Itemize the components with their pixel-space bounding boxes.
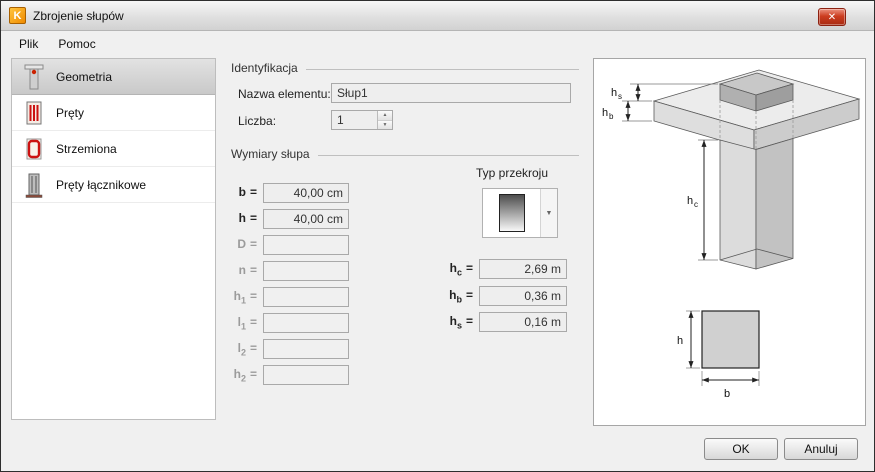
reinforcement-dialog: K Zbrojenie słupów ✕ Plik Pomoc Geometri… [0,0,875,472]
dim-h2-field [263,365,349,385]
dim-hb-field[interactable] [479,286,567,306]
dim-l1-field [263,313,349,333]
spin-down-icon[interactable]: ▼ [378,120,392,129]
sidebar-item-label: Geometria [56,69,113,84]
dim-h-field[interactable] [263,209,349,229]
group-divider [317,154,579,156]
dim-D-label: D = [237,237,257,251]
dim-l1-label: l1 = [237,315,257,332]
hc-dim-sub: c [694,200,698,209]
sidebar-item-strzemiona[interactable]: Strzemiona [12,131,215,167]
hb-dim-label: h [602,107,608,119]
menu-bar: Plik Pomoc [1,31,874,57]
menu-plik[interactable]: Plik [9,33,48,55]
count-stepper: ▲ ▼ [331,110,393,130]
dim-h2-label: h2 = [233,367,257,384]
window-title: Zbrojenie słupów [33,8,124,23]
dim-l2-field [263,339,349,359]
stirrup-icon [22,135,46,163]
count-label: Liczba: [238,114,277,128]
column-preview-panel: h s h b h c h b [593,58,866,426]
dim-D-field [263,235,349,255]
title-bar: K Zbrojenie słupów ✕ [1,1,874,31]
dim-hc-label: hc = [449,261,473,278]
rebar-icon [22,99,46,127]
cancel-button[interactable]: Anuluj [784,438,858,460]
close-icon: ✕ [827,11,837,23]
dim-b-label: b = [238,185,257,199]
app-icon: K [9,7,26,24]
geometry-icon [22,63,46,91]
dim-h1-field [263,287,349,307]
dim-h-label: h = [238,211,257,225]
sidebar-item-geometria[interactable]: Geometria [12,59,215,95]
ok-button[interactable]: OK [704,438,778,460]
element-name-field[interactable] [331,83,571,103]
sidebar-item-label: Pręty [56,105,85,120]
dim-hb-label: hb = [449,288,473,305]
dim-hs-label: hs = [449,314,473,331]
group-identification: Identyfikacja [231,61,579,75]
b-dim-label: b [724,388,730,400]
section-preview [483,189,540,237]
chevron-down-icon[interactable]: ▼ [540,189,557,237]
section-type-label: Typ przekroju [475,166,549,180]
dim-n-field [263,261,349,281]
column-drawing: h s h b h c h b [602,69,861,400]
dim-hc-field[interactable] [479,259,567,279]
dim-b-field[interactable] [263,183,349,203]
close-button[interactable]: ✕ [818,8,846,26]
menu-pomoc[interactable]: Pomoc [48,33,105,55]
dim-h1-label: h1 = [233,289,257,306]
section-type-dropdown[interactable]: ▼ [482,188,558,238]
sidebar-item-label: Pręty łącznikowe [56,177,147,192]
sidebar-item-label: Strzemiona [56,141,117,156]
hc-dim-label: h [687,195,693,207]
link-bars-icon [22,171,46,199]
sidebar-item-prety[interactable]: Pręty [12,95,215,131]
element-name-label: Nazwa elementu: [238,87,331,101]
spin-up-icon[interactable]: ▲ [378,111,392,121]
group-divider [305,68,579,70]
h-dim-label: h [677,335,683,347]
group-title: Wymiary słupa [231,147,310,161]
hs-dim-sub: s [618,92,622,101]
dim-l2-label: l2 = [237,341,257,358]
group-title: Identyfikacja [231,61,298,75]
group-dimensions: Wymiary słupa [231,147,579,161]
dim-hs-field[interactable] [479,312,567,332]
rect-section-swatch [498,194,525,232]
dim-n-label: n = [238,263,257,277]
hb-dim-sub: b [609,112,614,121]
hs-dim-label: h [611,87,617,99]
